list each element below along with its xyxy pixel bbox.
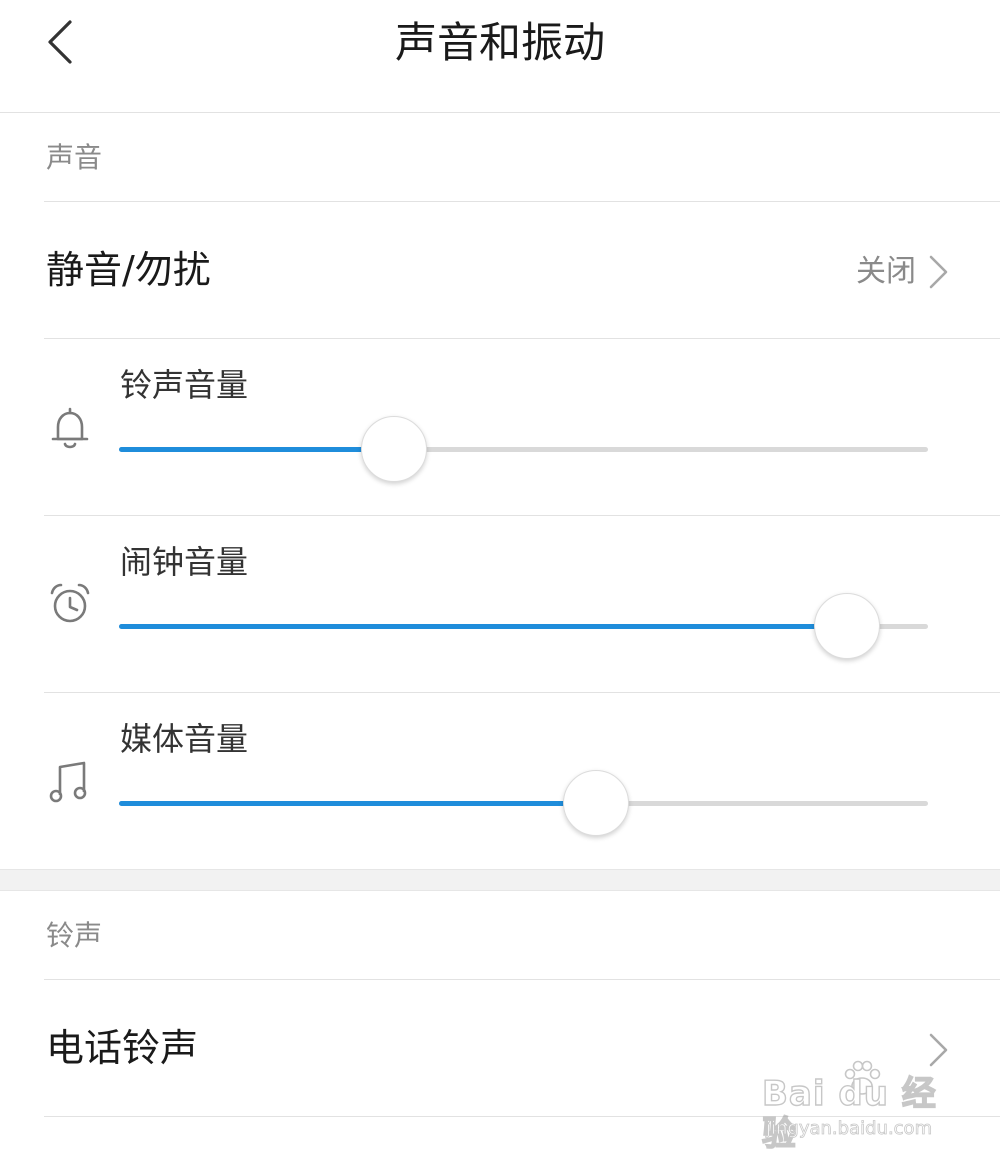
bell-icon: [51, 407, 89, 449]
dnd-row[interactable]: 静音/勿扰 关闭: [0, 202, 1000, 338]
baidu-watermark: Bai du 经验 jingyan.baidu.com: [761, 1056, 952, 1155]
ring-volume-label: 铃声音量: [120, 366, 249, 404]
alarm-volume-slider[interactable]: [119, 593, 928, 659]
alarm-volume-label: 闹钟音量: [120, 543, 249, 581]
music-note-icon: [49, 761, 87, 803]
alarm-clock-icon: [50, 583, 90, 623]
chevron-right-icon: [929, 255, 948, 289]
section-label-ringtone: 铃声: [46, 919, 103, 952]
watermark-url: jingyan.baidu.com: [766, 1118, 933, 1140]
page-title: 声音和振动: [394, 18, 605, 67]
alarm-volume-fill: [119, 624, 848, 629]
ring-volume-slider[interactable]: [119, 416, 928, 482]
ring-volume-fill: [119, 447, 395, 452]
media-volume-row: 媒体音量: [0, 693, 1000, 869]
app-header: 声音和振动: [0, 0, 1000, 113]
alarm-volume-row: 闹钟音量: [0, 516, 1000, 692]
ring-volume-row: 铃声音量: [0, 339, 1000, 515]
ring-volume-thumb[interactable]: [361, 416, 428, 482]
dnd-label: 静音/勿扰: [46, 248, 211, 292]
section-separator: [0, 869, 1000, 891]
dnd-value: 关闭: [856, 254, 916, 289]
watermark-brand: Bai du 经验: [761, 1073, 937, 1154]
media-volume-fill: [119, 801, 597, 806]
media-volume-label: 媒体音量: [120, 720, 249, 758]
alarm-volume-thumb[interactable]: [814, 593, 881, 659]
media-volume-slider[interactable]: [119, 770, 928, 836]
section-label-sound: 声音: [46, 141, 103, 174]
media-volume-thumb[interactable]: [563, 770, 630, 836]
phone-ringtone-label: 电话铃声: [46, 1026, 199, 1070]
